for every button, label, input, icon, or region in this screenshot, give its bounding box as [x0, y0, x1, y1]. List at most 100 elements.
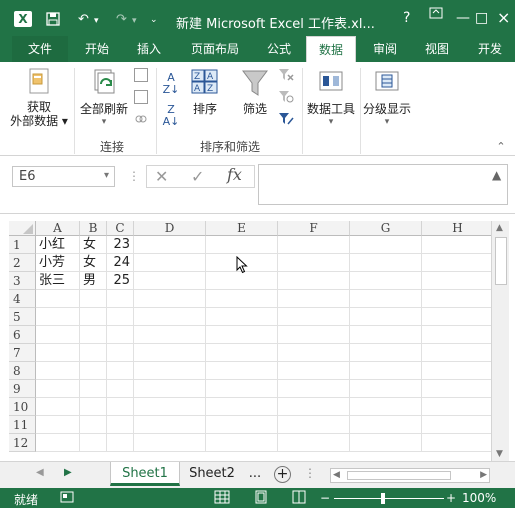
cell-b6[interactable]: [80, 326, 107, 344]
cell-a6[interactable]: [36, 326, 80, 344]
cell-g3[interactable]: [350, 272, 422, 290]
zoom-slider[interactable]: [334, 498, 444, 499]
cell-a7[interactable]: [36, 344, 80, 362]
cell-b3[interactable]: 男: [80, 272, 107, 290]
cell-h7[interactable]: [422, 344, 491, 362]
cell-g9[interactable]: [350, 380, 422, 398]
column-header-f[interactable]: F: [278, 221, 350, 236]
cell-g1[interactable]: [350, 236, 422, 254]
insert-function-icon[interactable]: fx: [227, 165, 242, 184]
cell-e5[interactable]: [206, 308, 278, 326]
cell-c12[interactable]: [107, 434, 134, 452]
excel-logo-icon[interactable]: X: [14, 11, 32, 27]
cell-a8[interactable]: [36, 362, 80, 380]
column-header-b[interactable]: B: [80, 221, 107, 236]
collapse-formula-bar-icon[interactable]: ▲: [492, 168, 501, 182]
reapply-filter-icon[interactable]: [278, 90, 294, 104]
column-header-a[interactable]: A: [36, 221, 80, 236]
tab-data[interactable]: 数据: [306, 36, 356, 62]
cell-a5[interactable]: [36, 308, 80, 326]
scroll-right-icon[interactable]: ▶: [480, 470, 487, 480]
cell-a11[interactable]: [36, 416, 80, 434]
cell-c10[interactable]: [107, 398, 134, 416]
sheet-prev-icon[interactable]: ◀: [36, 467, 44, 478]
customize-toolbar-icon[interactable]: ⌄: [150, 15, 158, 25]
cell-f6[interactable]: [278, 326, 350, 344]
cell-d7[interactable]: [134, 344, 206, 362]
cell-c5[interactable]: [107, 308, 134, 326]
normal-view-icon[interactable]: [214, 490, 230, 507]
cell-g4[interactable]: [350, 290, 422, 308]
cell-d1[interactable]: [134, 236, 206, 254]
cell-a12[interactable]: [36, 434, 80, 452]
cell-f12[interactable]: [278, 434, 350, 452]
cell-c9[interactable]: [107, 380, 134, 398]
clear-filter-icon[interactable]: [278, 68, 294, 82]
horizontal-scroll-thumb[interactable]: [347, 471, 451, 480]
redo-dropdown-icon[interactable]: ▾: [132, 16, 137, 26]
cell-c7[interactable]: [107, 344, 134, 362]
sort-ascending-button[interactable]: A Z↓: [162, 72, 180, 96]
cell-b5[interactable]: [80, 308, 107, 326]
zoom-in-button[interactable]: +: [446, 491, 456, 505]
tab-page-layout[interactable]: 页面布局: [180, 36, 250, 62]
row-header-6[interactable]: 6: [9, 326, 36, 344]
cell-b10[interactable]: [80, 398, 107, 416]
cell-h5[interactable]: [422, 308, 491, 326]
cell-b7[interactable]: [80, 344, 107, 362]
row-header-5[interactable]: 5: [9, 308, 36, 326]
zoom-slider-thumb[interactable]: [381, 493, 385, 504]
name-box-dropdown-icon[interactable]: ▾: [104, 170, 109, 181]
cell-d9[interactable]: [134, 380, 206, 398]
cell-h12[interactable]: [422, 434, 491, 452]
cell-e9[interactable]: [206, 380, 278, 398]
sort-button[interactable]: ZAAZ 排序: [186, 68, 224, 117]
cell-e8[interactable]: [206, 362, 278, 380]
tab-formulas[interactable]: 公式: [258, 36, 300, 62]
cell-a9[interactable]: [36, 380, 80, 398]
tab-split-grip-icon[interactable]: ⋮: [304, 466, 316, 480]
cell-h10[interactable]: [422, 398, 491, 416]
cell-g2[interactable]: [350, 254, 422, 272]
tab-review[interactable]: 审阅: [362, 36, 408, 62]
cancel-icon[interactable]: ✕: [155, 167, 168, 186]
scroll-down-icon[interactable]: ▼: [496, 449, 503, 459]
cell-e12[interactable]: [206, 434, 278, 452]
page-layout-view-icon[interactable]: [254, 490, 268, 507]
row-header-3[interactable]: 3: [9, 272, 36, 290]
cell-g7[interactable]: [350, 344, 422, 362]
horizontal-scrollbar[interactable]: ◀ ▶: [330, 468, 490, 483]
cell-f2[interactable]: [278, 254, 350, 272]
cell-c6[interactable]: [107, 326, 134, 344]
cell-d5[interactable]: [134, 308, 206, 326]
cell-f10[interactable]: [278, 398, 350, 416]
restore-button[interactable]: □: [475, 10, 488, 26]
sheet-next-icon[interactable]: ▶: [64, 467, 72, 478]
cell-c8[interactable]: [107, 362, 134, 380]
cell-f11[interactable]: [278, 416, 350, 434]
enter-icon[interactable]: ✓: [191, 167, 204, 186]
macro-record-icon[interactable]: [60, 490, 74, 507]
cell-h3[interactable]: [422, 272, 491, 290]
cell-a3[interactable]: 张三: [36, 272, 80, 290]
cell-h2[interactable]: [422, 254, 491, 272]
column-header-g[interactable]: G: [350, 221, 422, 236]
cell-g6[interactable]: [350, 326, 422, 344]
edit-links-icon[interactable]: [134, 112, 148, 126]
cell-d6[interactable]: [134, 326, 206, 344]
cell-g12[interactable]: [350, 434, 422, 452]
cell-f7[interactable]: [278, 344, 350, 362]
cell-c3[interactable]: 25: [107, 272, 134, 290]
name-box[interactable]: E6 ▾: [12, 166, 115, 187]
row-header-8[interactable]: 8: [9, 362, 36, 380]
connections-icon[interactable]: [134, 68, 148, 82]
collapse-ribbon-icon[interactable]: ⌃: [494, 140, 508, 153]
cell-h6[interactable]: [422, 326, 491, 344]
cell-h9[interactable]: [422, 380, 491, 398]
cell-a2[interactable]: 小芳: [36, 254, 80, 272]
cell-d12[interactable]: [134, 434, 206, 452]
cell-f4[interactable]: [278, 290, 350, 308]
cell-b8[interactable]: [80, 362, 107, 380]
advanced-filter-icon[interactable]: [278, 112, 294, 126]
select-all-button[interactable]: [9, 221, 36, 236]
